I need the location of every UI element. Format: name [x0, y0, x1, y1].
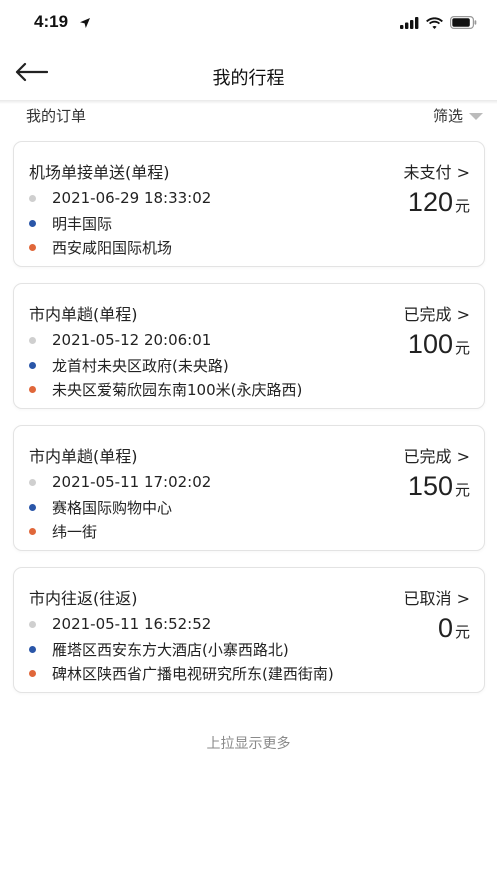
order-to-row: 未央区爱菊欣园东南100米(永庆路西): [29, 379, 302, 400]
order-time-row: 2021-05-11 16:52:52: [29, 615, 211, 633]
origin-dot-icon: [29, 220, 36, 227]
order-time: 2021-05-12 20:06:01: [52, 331, 212, 349]
origin-dot-icon: [29, 362, 36, 369]
price-amount: 120: [407, 187, 453, 217]
order-status[interactable]: 已完成 >: [404, 443, 471, 467]
page-title: 我的行程: [212, 68, 285, 89]
order-price: 0元: [438, 613, 470, 644]
destination-dot-icon: [29, 386, 36, 393]
order-card[interactable]: 市内单趟(单程) 已完成 > 2021-05-11 17:02:02 赛格国际购…: [13, 425, 485, 551]
order-from: 雁塔区西安东方大酒店(小寨西路北): [52, 641, 289, 659]
order-title: 市内单趟(单程): [29, 305, 138, 324]
location-arrow-icon: [79, 14, 91, 33]
price-unit: 元: [454, 481, 470, 499]
order-to-row: 碑林区陕西省广播电视研究所东(建西街南): [29, 663, 334, 684]
wifi-icon: [426, 14, 443, 33]
order-card[interactable]: 市内单趟(单程) 已完成 > 2021-05-12 20:06:01 龙首村未央…: [13, 283, 485, 409]
order-to-row: 西安咸阳国际机场: [29, 237, 172, 258]
order-to: 碑林区陕西省广播电视研究所东(建西街南): [52, 665, 334, 683]
price-unit: 元: [454, 197, 470, 215]
time-dot-icon: [29, 194, 36, 202]
order-time-row: 2021-06-29 18:33:02: [29, 189, 211, 207]
time-dot-icon: [29, 336, 36, 344]
destination-dot-icon: [29, 528, 36, 535]
order-from: 龙首村未央区政府(未央路): [52, 357, 229, 375]
order-price: 120 元: [408, 187, 470, 218]
price-amount: 150: [407, 471, 453, 501]
order-to-row: 纬一街: [29, 521, 97, 542]
status-icons: [400, 14, 477, 33]
order-title: 市内往返(往返): [29, 589, 138, 608]
order-from-row: 赛格国际购物中心: [29, 497, 172, 518]
order-from-row: 明丰国际: [29, 213, 112, 234]
order-price: 150 元: [408, 471, 470, 502]
status-time: 4:19: [34, 12, 69, 31]
load-more-hint[interactable]: 上拉显示更多: [0, 733, 497, 753]
order-card[interactable]: 机场单接单送(单程) 未支付 > 2021-06-29 18:33:02 明丰国…: [13, 141, 485, 267]
order-price: 100 元: [408, 329, 470, 360]
order-time: 2021-05-11 17:02:02: [52, 473, 212, 491]
destination-dot-icon: [29, 244, 36, 251]
order-status[interactable]: 未支付 >: [404, 159, 471, 183]
filter-button[interactable]: 筛选: [433, 105, 483, 126]
origin-dot-icon: [29, 646, 36, 653]
order-status[interactable]: 已取消 >: [404, 585, 471, 609]
destination-dot-icon: [29, 670, 36, 677]
order-to: 未央区爱菊欣园东南100米(永庆路西): [52, 381, 303, 399]
nav-bar: 我的行程: [0, 46, 497, 102]
price-amount: 0: [437, 613, 453, 643]
orders-heading: 我的订单: [26, 107, 87, 125]
caret-down-icon: [469, 113, 483, 120]
filter-label: 筛选: [432, 107, 463, 125]
order-from-row: 龙首村未央区政府(未央路): [29, 355, 229, 376]
order-from: 赛格国际购物中心: [52, 499, 173, 517]
battery-icon: [450, 14, 477, 33]
status-bar: 4:19: [0, 0, 497, 46]
price-amount: 100: [407, 329, 453, 359]
order-title: 市内单趟(单程): [29, 447, 138, 466]
order-to: 西安咸阳国际机场: [52, 239, 173, 257]
order-title: 机场单接单送(单程): [29, 163, 170, 182]
order-time-row: 2021-05-12 20:06:01: [29, 331, 211, 349]
order-card[interactable]: 市内往返(往返) 已取消 > 2021-05-11 16:52:52 雁塔区西安…: [13, 567, 485, 693]
order-from-row: 雁塔区西安东方大酒店(小寨西路北): [29, 639, 289, 660]
order-time-row: 2021-05-11 17:02:02: [29, 473, 211, 491]
order-status[interactable]: 已完成 >: [404, 301, 471, 325]
order-time: 2021-05-11 16:52:52: [52, 615, 212, 633]
filter-row: 我的订单 筛选: [0, 102, 497, 130]
signal-icon: [400, 14, 419, 33]
order-to: 纬一街: [52, 523, 98, 541]
time-dot-icon: [29, 478, 36, 486]
order-time: 2021-06-29 18:33:02: [52, 189, 212, 207]
origin-dot-icon: [29, 504, 36, 511]
price-unit: 元: [454, 339, 470, 357]
time-dot-icon: [29, 620, 36, 628]
price-unit: 元: [454, 623, 470, 641]
order-from: 明丰国际: [52, 215, 113, 233]
